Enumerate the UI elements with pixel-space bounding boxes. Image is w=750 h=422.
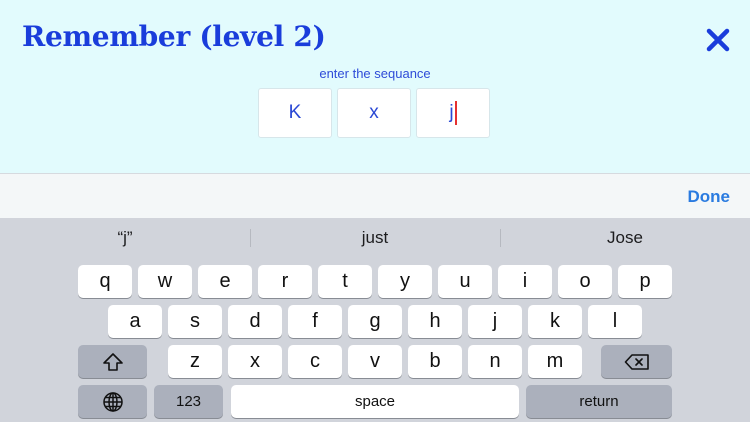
key-c[interactable]: c (288, 345, 342, 378)
key-p[interactable]: p (618, 265, 672, 298)
globe-key[interactable] (78, 385, 147, 418)
entry-value: x (369, 102, 379, 123)
numbers-key[interactable]: 123 (154, 385, 223, 418)
key-x[interactable]: x (228, 345, 282, 378)
key-u[interactable]: u (438, 265, 492, 298)
key-y[interactable]: y (378, 265, 432, 298)
key-f[interactable]: f (288, 305, 342, 338)
key-w[interactable]: w (138, 265, 192, 298)
done-button[interactable]: Done (688, 187, 731, 207)
page-title: Remember (level 2) (22, 20, 326, 53)
key-n[interactable]: n (468, 345, 522, 378)
entry-box-3[interactable]: j (416, 88, 490, 138)
text-caret (454, 101, 457, 125)
app-area: Remember (level 2) enter the sequance K … (0, 0, 750, 173)
key-v[interactable]: v (348, 345, 402, 378)
shift-key[interactable] (78, 345, 147, 378)
entry-box-2[interactable]: x (337, 88, 411, 138)
sequence-prompt: enter the sequance (319, 66, 431, 81)
space-key[interactable]: space (231, 385, 519, 418)
key-o[interactable]: o (558, 265, 612, 298)
backspace-key[interactable] (601, 345, 672, 378)
backspace-icon (624, 353, 649, 370)
key-k[interactable]: k (528, 305, 582, 338)
key-l[interactable]: l (588, 305, 642, 338)
return-key[interactable]: return (526, 385, 672, 418)
close-button[interactable] (704, 26, 732, 54)
suggestion-3[interactable]: Jose (500, 218, 750, 258)
key-e[interactable]: e (198, 265, 252, 298)
entry-value: K (288, 102, 302, 123)
keyboard-accessory-bar: Done (0, 173, 750, 219)
keyboard: “j” just Jose qwertyuiop asdfghjkl zxcvbnm… (0, 218, 750, 422)
key-b[interactable]: b (408, 345, 462, 378)
key-g[interactable]: g (348, 305, 402, 338)
key-t[interactable]: t (318, 265, 372, 298)
key-h[interactable]: h (408, 305, 462, 338)
key-m[interactable]: m (528, 345, 582, 378)
key-a[interactable]: a (108, 305, 162, 338)
entry-value: j (449, 102, 454, 123)
globe-icon (102, 391, 123, 412)
key-z[interactable]: z (168, 345, 222, 378)
shift-icon (102, 352, 123, 371)
key-s[interactable]: s (168, 305, 222, 338)
key-r[interactable]: r (258, 265, 312, 298)
sequence-entry: K x j (258, 88, 490, 138)
suggestion-bar: “j” just Jose (0, 218, 750, 258)
key-q[interactable]: q (78, 265, 132, 298)
close-icon (706, 28, 730, 52)
key-d[interactable]: d (228, 305, 282, 338)
suggestion-2[interactable]: just (250, 218, 500, 258)
suggestion-1[interactable]: “j” (0, 218, 250, 258)
key-i[interactable]: i (498, 265, 552, 298)
entry-box-1[interactable]: K (258, 88, 332, 138)
key-j[interactable]: j (468, 305, 522, 338)
